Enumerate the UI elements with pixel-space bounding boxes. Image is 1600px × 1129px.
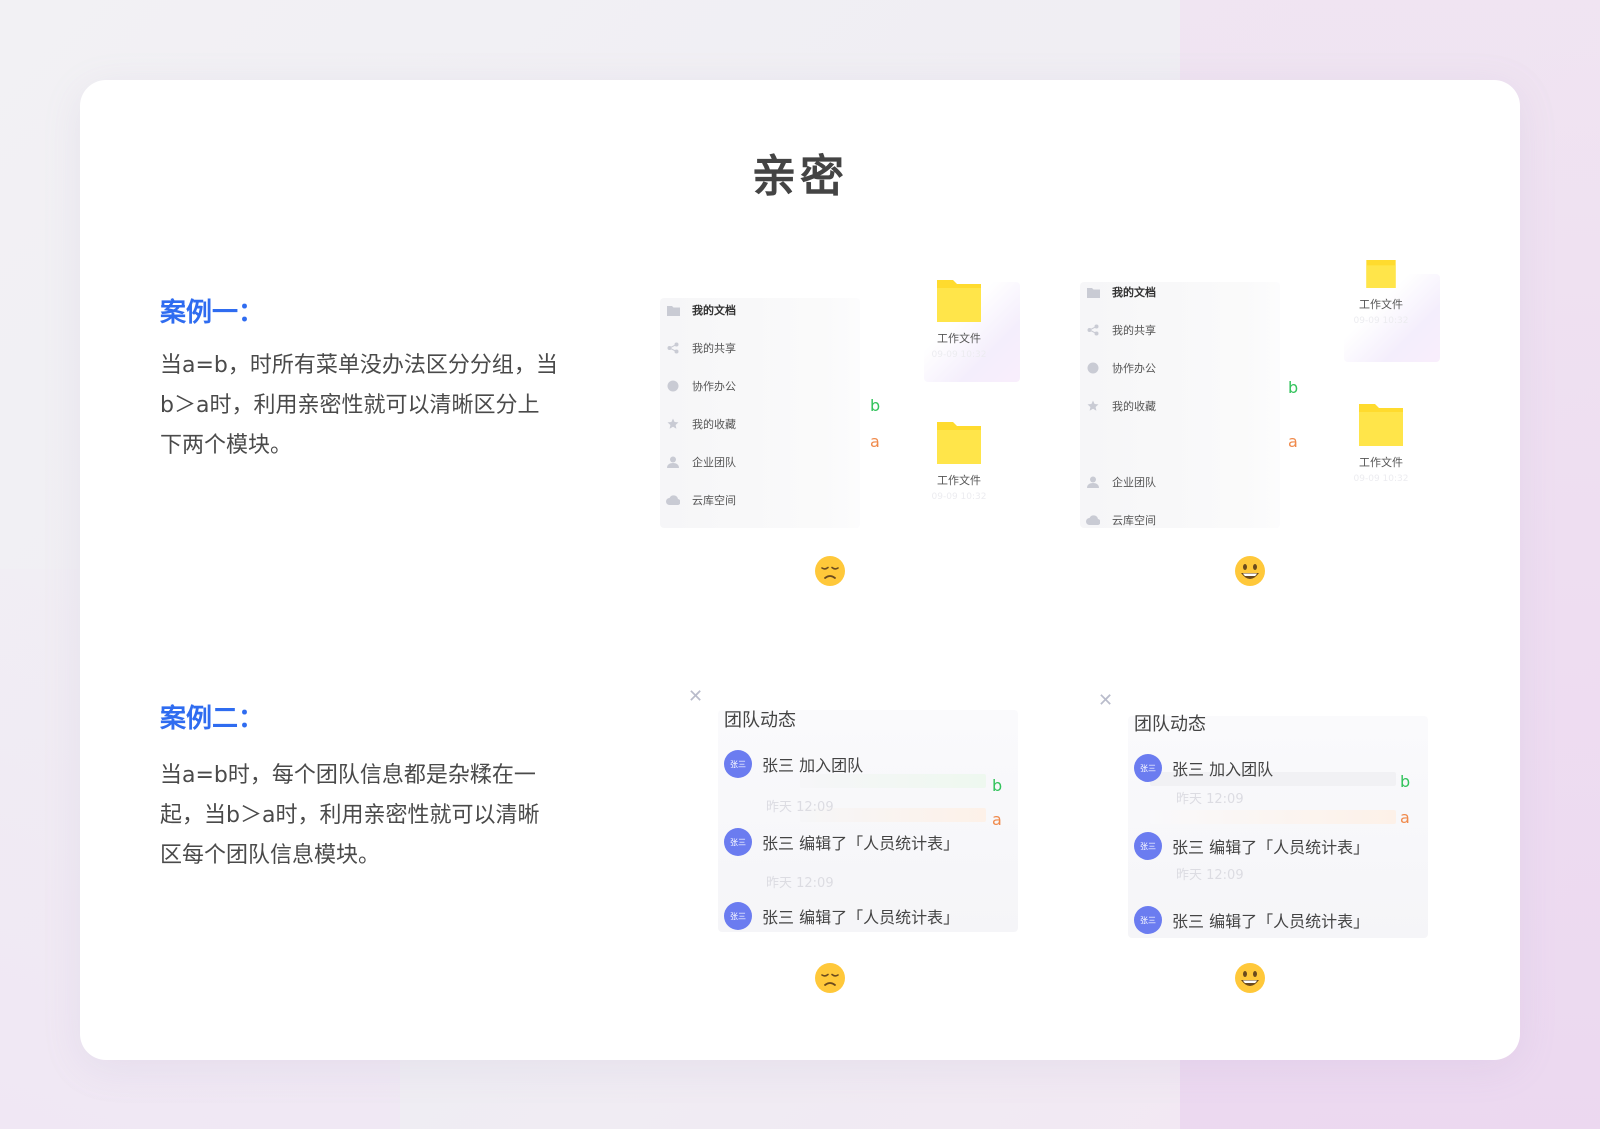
team-row-text: 张三 编辑了「人员统计表」 (1172, 838, 1370, 857)
folder-icon (666, 303, 680, 317)
spacing-label-b: b (1288, 378, 1299, 397)
menu-label: 协作办公 (692, 380, 736, 393)
team-row-time: 昨天 12:09 (766, 876, 834, 891)
case1-bad-menu-item-cloud: 云库空间 (666, 490, 736, 510)
case1-bad-file-1: 工作文件 09-09 10:32 (914, 280, 1004, 360)
avatar: 张三 (724, 902, 752, 930)
close-icon[interactable]: ✕ (688, 686, 703, 707)
folder-icon (937, 422, 981, 464)
avatar: 张三 (1134, 754, 1162, 782)
menu-label: 我的文档 (1112, 286, 1156, 299)
menu-label: 企业团队 (692, 456, 736, 469)
team-row-text: 张三 编辑了「人员统计表」 (762, 834, 960, 853)
file-date: 09-09 10:32 (931, 350, 987, 360)
star-icon (1086, 399, 1100, 413)
menu-label: 我的文档 (692, 304, 736, 317)
spacing-label-a: a (992, 810, 1002, 829)
team-row-text: 张三 编辑了「人员统计表」 (1172, 912, 1370, 931)
case1-good-menu-item-share: 我的共享 (1086, 320, 1156, 340)
team-row: 张三 张三 编辑了「人员统计表」 (724, 902, 959, 930)
folder-icon (1366, 260, 1396, 288)
case1-good-menu-item-team: 企业团队 (1086, 472, 1156, 492)
team-panel-title: 团队动态 (1134, 714, 1206, 735)
file-name: 工作文件 (937, 332, 981, 345)
case1-good-file-2: 工作文件 09-09 10:32 (1336, 404, 1426, 484)
cloud-icon (1086, 513, 1100, 527)
case2-good-team-panel (1128, 716, 1428, 938)
sad-face-icon (815, 556, 845, 586)
smile-face-icon (1235, 556, 1265, 586)
case2-description: 当a=b时，每个团队信息都是杂糅在一起，当b＞a时，利用亲密性就可以清晰区每个团… (160, 763, 540, 868)
share-icon (1086, 323, 1100, 337)
avatar: 张三 (1134, 906, 1162, 934)
avatar: 张三 (724, 750, 752, 778)
cloud-icon (666, 493, 680, 507)
menu-label: 协作办公 (1112, 362, 1156, 375)
spacing-label-b: b (870, 396, 881, 415)
case1-good-file-1: 工作文件 09-09 10:32 (1336, 260, 1426, 326)
menu-label: 我的收藏 (1112, 400, 1156, 413)
team-row-text: 张三 加入团队 (1172, 760, 1274, 779)
team-panel-title: 团队动态 (724, 710, 796, 731)
folder-icon (937, 280, 981, 322)
avatar: 张三 (1134, 832, 1162, 860)
close-icon[interactable]: ✕ (1098, 690, 1113, 711)
file-date: 09-09 10:32 (1353, 316, 1409, 326)
spacing-marker-a (1150, 810, 1396, 824)
case1-bad-menu-item-fav: 我的收藏 (666, 414, 736, 434)
spacing-label-a: a (1288, 432, 1298, 451)
team-row: 张三 张三 加入团队 (724, 750, 863, 778)
case1-bad-file-2: 工作文件 09-09 10:32 (914, 422, 1004, 502)
case1-bad-menu-item-collab: 协作办公 (666, 376, 736, 396)
page-title: 亲密 (752, 151, 848, 202)
spacing-label-b: b (1400, 772, 1411, 791)
menu-label: 企业团队 (1112, 476, 1156, 489)
file-date: 09-09 10:32 (1353, 474, 1409, 484)
spacing-label-a: a (870, 432, 880, 451)
team-row: 张三 张三 编辑了「人员统计表」 (724, 828, 959, 856)
case1-good-menu-item-cloud: 云库空间 (1086, 510, 1156, 530)
smile-face-icon (1235, 963, 1265, 993)
sad-face-icon (815, 963, 845, 993)
menu-label: 我的共享 (1112, 324, 1156, 337)
team-row-time: 昨天 12:09 (1176, 868, 1244, 883)
case2-heading: 案例二： (160, 704, 265, 734)
folder-icon (1359, 404, 1403, 446)
case1-bad-menu-item-team: 企业团队 (666, 452, 736, 472)
spacing-label-b: b (992, 776, 1003, 795)
case1-bad-menu-item-share: 我的共享 (666, 338, 736, 358)
team-row-text: 张三 编辑了「人员统计表」 (762, 908, 960, 927)
star-icon (666, 417, 680, 431)
globe-icon (666, 379, 680, 393)
case1-description: 当a=b，时所有菜单没办法区分分组，当b＞a时，利用亲密性就可以清晰区分上下两个… (160, 353, 558, 458)
team-icon (1086, 475, 1100, 489)
team-row: 张三 张三 编辑了「人员统计表」 (1134, 906, 1369, 934)
case1-good-menu-item-collab: 协作办公 (1086, 358, 1156, 378)
team-row: 张三 张三 加入团队 (1134, 754, 1273, 782)
team-row: 张三 张三 编辑了「人员统计表」 (1134, 832, 1369, 860)
avatar: 张三 (724, 828, 752, 856)
team-row-time: 昨天 12:09 (1176, 792, 1244, 807)
folder-icon (1086, 285, 1100, 299)
case1-heading: 案例一： (160, 298, 265, 328)
case1-good-menu-item-docs: 我的文档 (1086, 282, 1156, 302)
team-icon (666, 455, 680, 469)
file-name: 工作文件 (1359, 298, 1403, 311)
file-name: 工作文件 (937, 474, 981, 487)
menu-label: 云库空间 (1112, 514, 1156, 527)
team-row-text: 张三 加入团队 (762, 756, 864, 775)
menu-label: 我的共享 (692, 342, 736, 355)
file-name: 工作文件 (1359, 456, 1403, 469)
case1-bad-menu-item-docs: 我的文档 (666, 300, 736, 320)
team-row-time: 昨天 12:09 (766, 800, 834, 815)
globe-icon (1086, 361, 1100, 375)
share-icon (666, 341, 680, 355)
menu-label: 我的收藏 (692, 418, 736, 431)
spacing-label-a: a (1400, 808, 1410, 827)
menu-label: 云库空间 (692, 494, 736, 507)
file-date: 09-09 10:32 (931, 492, 987, 502)
case1-good-menu-item-fav: 我的收藏 (1086, 396, 1156, 416)
